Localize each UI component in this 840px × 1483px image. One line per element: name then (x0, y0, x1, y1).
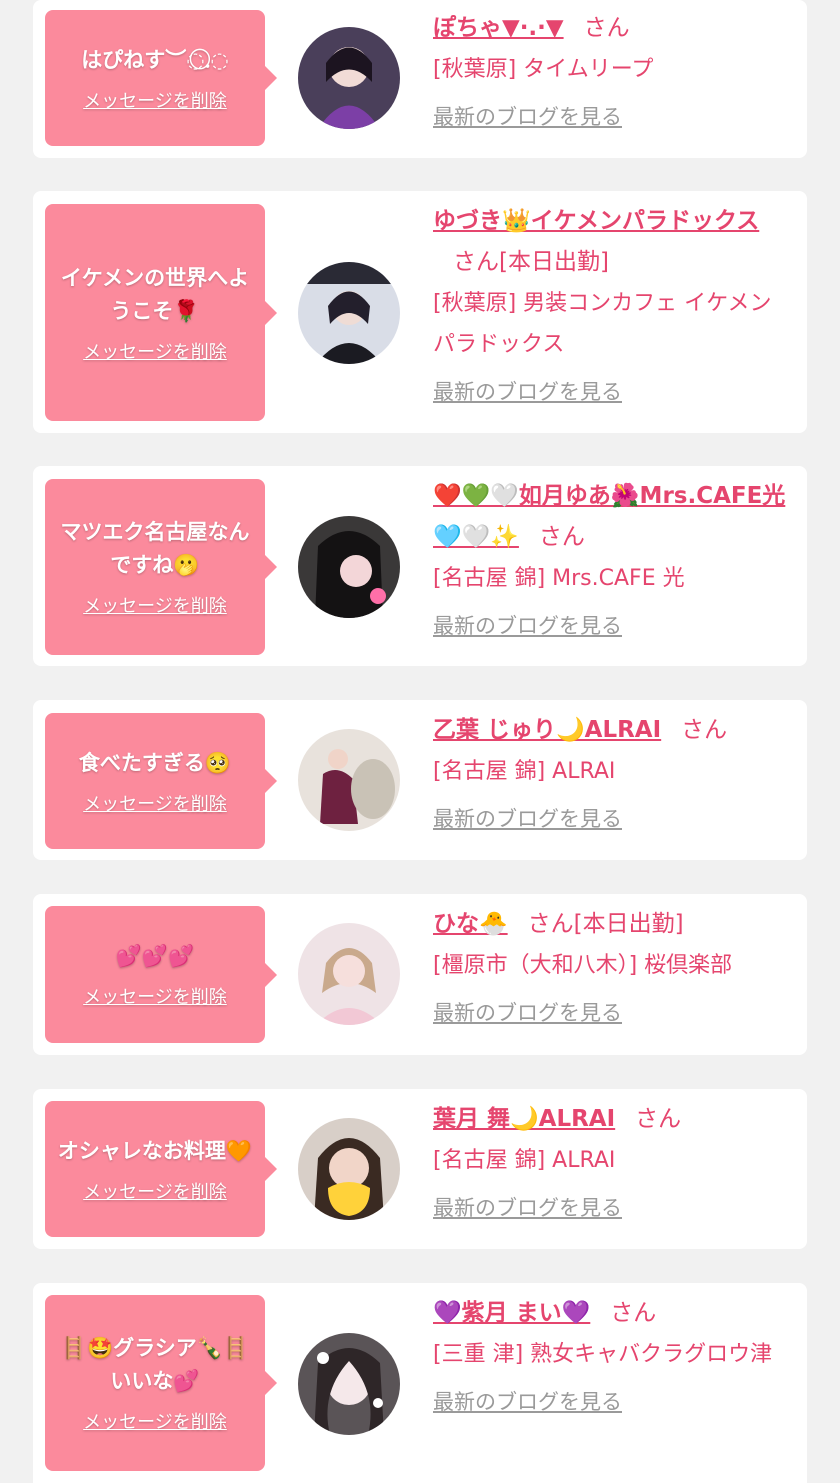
avatar[interactable] (298, 729, 400, 831)
cast-name-line: ゆづき👑イケメンパラドックスさん[本日出勤] (433, 201, 793, 283)
message-bubble: 食べたすぎる🥺 メッセージを削除 (45, 713, 277, 849)
status-tag: [本日出勤] (573, 911, 684, 937)
san-label: さん (527, 911, 574, 937)
latest-blog-link[interactable]: 最新のブログを見る (433, 998, 622, 1028)
avatar[interactable] (298, 262, 400, 364)
cast-name-line: ❤️💚🤍如月ゆあ🌺Mrs.CAFE光🩵🤍✨ さん (433, 476, 793, 558)
avatar[interactable] (298, 923, 400, 1025)
cast-info: ひな🐣 さん[本日出勤] [橿原市（大和八木）] 桜倶楽部 最新のブログを見る (433, 904, 793, 1028)
san-label: さん (453, 249, 499, 275)
message-bubble: オシャレなお料理🧡 メッセージを削除 (45, 1101, 277, 1237)
latest-blog-link[interactable]: 最新のブログを見る (433, 102, 622, 132)
cast-name-link[interactable]: 乙葉 じゅり🌙ALRAI (433, 717, 661, 743)
avatar[interactable] (298, 27, 400, 129)
message-text: イケメンの世界へようこそ🌹 (60, 265, 250, 323)
message-card: 💕💕💕 メッセージを削除 ひな🐣 さん[本日出勤] [橿原市（大和八木）] 桜倶楽… (33, 894, 807, 1055)
shop-info: [名古屋 錦] ALRAI (433, 759, 616, 784)
shop-info: [秋葉原] タイムリープ (433, 57, 654, 82)
message-card: オシャレなお料理🧡 メッセージを削除 葉月 舞🌙ALRAI さん [名古屋 錦] … (33, 1089, 807, 1249)
cast-name-line: 乙葉 じゅり🌙ALRAI さん (433, 710, 793, 751)
cast-info: ❤️💚🤍如月ゆあ🌺Mrs.CAFE光🩵🤍✨ さん [名古屋 錦] Mrs.CAFE… (433, 476, 793, 641)
delete-message-link[interactable]: メッセージを削除 (83, 1408, 227, 1434)
message-card: 🪜🤩グラシア🍾🪜いいな💕 メッセージを削除 💜紫月 まい💜 さん [三重 津] 熟… (33, 1283, 807, 1483)
delete-message-link[interactable]: メッセージを削除 (83, 87, 227, 113)
cast-info: 葉月 舞🌙ALRAI さん [名古屋 錦] ALRAI 最新のブログを見る (433, 1099, 793, 1223)
message-text: 💕💕💕 (115, 944, 195, 968)
shop-info: [名古屋 錦] Mrs.CAFE 光 (433, 566, 685, 591)
cast-name-link[interactable]: 💜紫月 まい💜 (433, 1300, 590, 1326)
cast-name-link[interactable]: ゆづき👑イケメンパラドックス (433, 208, 759, 234)
cast-info: ぽちゃ▼·.·▼ さん [秋葉原] タイムリープ 最新のブログを見る (433, 8, 793, 132)
delete-message-link[interactable]: メッセージを削除 (83, 983, 227, 1009)
san-label: さん (538, 524, 585, 550)
cast-name-link[interactable]: ぽちゃ▼·.·▼ (433, 15, 564, 41)
message-text: マツエク名古屋なんですね🫢 (60, 520, 250, 577)
latest-blog-link[interactable]: 最新のブログを見る (433, 1193, 622, 1223)
message-text: 🪜🤩グラシア🍾🪜いいな💕 (60, 1336, 250, 1393)
message-card: はぴねす︶◌.⃝◌ メッセージを削除 ぽちゃ▼·.·▼ さん [秋葉原] タイムリ… (33, 0, 807, 158)
latest-blog-link[interactable]: 最新のブログを見る (433, 377, 622, 407)
san-label: さん (610, 1300, 657, 1326)
message-bubble: はぴねす︶◌.⃝◌ メッセージを削除 (45, 10, 277, 146)
message-bubble: 💕💕💕 メッセージを削除 (45, 906, 277, 1043)
latest-blog-link[interactable]: 最新のブログを見る (433, 804, 622, 834)
avatar[interactable] (298, 1118, 400, 1220)
message-text: はぴねす︶◌.⃝◌ (81, 47, 229, 72)
latest-blog-link[interactable]: 最新のブログを見る (433, 1387, 622, 1417)
message-card: マツエク名古屋なんですね🫢 メッセージを削除 ❤️💚🤍如月ゆあ🌺Mrs.CAFE… (33, 466, 807, 666)
message-text: 食べたすぎる🥺 (78, 750, 232, 775)
message-bubble: マツエク名古屋なんですね🫢 メッセージを削除 (45, 479, 277, 655)
avatar[interactable] (298, 1333, 400, 1435)
delete-message-link[interactable]: メッセージを削除 (83, 592, 227, 618)
cast-info: 💜紫月 まい💜 さん [三重 津] 熟女キャバクラグロウ津 最新のブログを見る (433, 1293, 793, 1417)
cast-name-line: 💜紫月 まい💜 さん (433, 1293, 793, 1334)
san-label: さん (583, 15, 630, 41)
message-bubble: 🪜🤩グラシア🍾🪜いいな💕 メッセージを削除 (45, 1295, 277, 1471)
message-text: オシャレなお料理🧡 (57, 1138, 253, 1163)
delete-message-link[interactable]: メッセージを削除 (83, 790, 227, 816)
shop-info: [秋葉原] 男装コンカフェ イケメンパラドックス (433, 291, 772, 357)
message-bubble: イケメンの世界へようこそ🌹 メッセージを削除 (45, 204, 277, 421)
cast-name-link[interactable]: ひな🐣 (433, 911, 508, 937)
cast-name-line: ひな🐣 さん[本日出勤] (433, 904, 793, 945)
shop-info: [名古屋 錦] ALRAI (433, 1148, 616, 1173)
san-label: さん (681, 717, 728, 743)
shop-info: [三重 津] 熟女キャバクラグロウ津 (433, 1342, 773, 1367)
cast-name-link[interactable]: 葉月 舞🌙ALRAI (433, 1106, 615, 1132)
avatar[interactable] (298, 516, 400, 618)
cast-name-line: 葉月 舞🌙ALRAI さん (433, 1099, 793, 1140)
cast-name-line: ぽちゃ▼·.·▼ さん (433, 8, 793, 49)
cast-info: 乙葉 じゅり🌙ALRAI さん [名古屋 錦] ALRAI 最新のブログを見る (433, 710, 793, 834)
status-tag: [本日出勤] (499, 249, 609, 275)
shop-info: [橿原市（大和八木）] 桜倶楽部 (433, 953, 733, 978)
message-card: 食べたすぎる🥺 メッセージを削除 乙葉 じゅり🌙ALRAI さん [名古屋 錦] … (33, 700, 807, 860)
delete-message-link[interactable]: メッセージを削除 (83, 1178, 227, 1204)
message-card: イケメンの世界へようこそ🌹 メッセージを削除 ゆづき👑イケメンパラドックスさん[… (33, 191, 807, 433)
delete-message-link[interactable]: メッセージを削除 (83, 338, 227, 364)
latest-blog-link[interactable]: 最新のブログを見る (433, 611, 622, 641)
cast-name-link[interactable]: ❤️💚🤍如月ゆあ🌺Mrs.CAFE光🩵🤍✨ (433, 483, 785, 550)
san-label: さん (635, 1106, 682, 1132)
cast-info: ゆづき👑イケメンパラドックスさん[本日出勤] [秋葉原] 男装コンカフェ イケメ… (433, 201, 793, 407)
